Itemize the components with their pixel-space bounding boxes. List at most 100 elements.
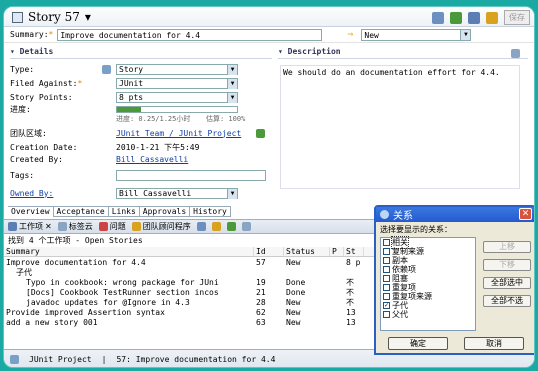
query-icon[interactable] [196,222,206,231]
tab-overview[interactable]: Overview [8,207,54,217]
checkbox[interactable] [383,275,390,282]
checkbox[interactable] [383,239,390,246]
row-summary: Improve documentation for 4.4 [6,257,146,267]
story-points-value: 8 pts [119,92,144,102]
checkbox[interactable] [383,257,390,264]
chevron-down-icon[interactable]: ▼ [227,78,237,89]
row-id: 28 [256,297,266,307]
creation-date-label: Creation Date: [10,142,78,152]
run-icon[interactable] [226,222,236,231]
tab-acceptance[interactable]: Acceptance [53,207,109,217]
pencil-icon[interactable] [211,222,221,231]
description-header[interactable]: ▾ Description [278,47,528,59]
story-icon [12,11,23,23]
col-id[interactable]: Id [254,247,284,256]
status-select[interactable]: New ▼ [361,28,472,41]
created-by-link[interactable]: Bill Cassavelli [116,155,188,164]
table-header: Summary Id Status P St [4,247,404,257]
team-icon[interactable] [256,128,265,138]
filed-against-text: Filed Against: [10,78,78,88]
move-down-button[interactable]: 下移 [483,259,531,271]
required-marker: * [77,78,83,88]
owned-by-select[interactable]: Bill Cassavelli ▼ [116,187,238,199]
save-button[interactable]: 保存 [504,10,530,25]
col-summary[interactable]: Summary [4,247,254,256]
relation-item[interactable]: 父代 [381,310,475,319]
close-icon[interactable]: ✕ [519,208,532,220]
tab-team-advisor-label: 团队顾问程序 [142,222,191,231]
field-created-by: Created By: Bill Cassavelli [10,153,272,165]
row-status: Done [286,287,306,297]
details-header[interactable]: ▾ Details [10,47,272,59]
link-icon[interactable] [432,11,444,24]
move-up-button[interactable]: 上移 [483,241,531,253]
field-story-points: Story Points: 8 pts ▼ [10,91,272,103]
filed-against-value: JUnit [119,78,144,88]
chevron-down-icon[interactable]: ▼ [227,64,237,75]
row-id: 62 [256,307,266,317]
tab-history[interactable]: History [190,207,231,217]
chevron-down-icon[interactable]: ▾ [85,10,91,24]
cancel-button[interactable]: 取消 [464,337,524,350]
checkbox[interactable] [383,293,390,300]
col-priority[interactable]: P [330,247,344,256]
team-advisor-icon [131,222,141,231]
edit-icon[interactable] [486,11,498,24]
copy-icon[interactable] [468,11,480,24]
deselect-all-button[interactable]: 全部不选 [483,295,531,307]
row-status: New [286,257,301,267]
summary-row: Summary: * Improve documentation for 4.4… [4,27,534,43]
table-row[interactable]: javadoc updates for @Ignore in 4.3 28 New 不 [4,297,404,307]
checkbox[interactable] [383,311,390,318]
tags-input[interactable] [116,169,266,181]
description-header-label: Description [287,47,341,56]
tab-tag-cloud[interactable]: 标签云 [57,221,93,232]
team-area-link[interactable]: JUnit Team / JUnit Project [116,129,241,138]
ok-button[interactable]: 确定 [388,337,448,350]
checkbox[interactable] [383,284,390,291]
row-story-points: 不 [346,297,354,307]
story-points-label: Story Points: [10,92,73,102]
back-icon[interactable] [241,222,251,231]
estimate-text: 估算: 100% [206,115,246,123]
tab-links[interactable]: Links [108,207,140,217]
story-points-select[interactable]: 8 pts ▼ [116,91,238,103]
owned-by-link[interactable]: Owned By: [10,189,100,198]
checkbox[interactable]: ✓ [383,302,390,309]
type-select[interactable]: Story ▼ [116,63,238,75]
row-story-points: 13 [346,307,356,317]
description-textarea[interactable]: We should do an documentation effort for… [280,65,520,189]
dialog-prompt: 选择要显示的关系： [380,225,452,234]
table-row[interactable]: add a new story 001 63 New 13 [4,317,404,327]
tab-work-items[interactable]: 工作项 ✕ [8,221,52,232]
select-all-button[interactable]: 全部选中 [483,277,531,289]
row-status: Done [286,277,306,287]
filed-against-label: Filed Against:* [10,79,100,88]
col-story-points[interactable]: St [344,247,364,256]
tab-approvals[interactable]: Approvals [139,207,191,217]
filed-against-select[interactable]: JUnit ▼ [116,77,238,89]
tab-problems[interactable]: 问题 [98,221,126,232]
checkbox[interactable] [383,266,390,273]
table-row[interactable]: Typo in cookbook: wrong package for JUni… [4,277,404,287]
tab-team-advisor[interactable]: 团队顾问程序 [131,221,191,232]
col-status[interactable]: Status [284,247,330,256]
description-edit-icon[interactable] [511,49,520,58]
row-summary: Provide improved Assertion syntax [6,307,165,317]
refresh-icon[interactable] [450,11,462,24]
found-status: 找到 4 个工作项 - Open Stories [8,236,143,245]
chevron-down-icon[interactable]: ▼ [227,92,237,103]
chevron-down-icon[interactable]: ▼ [227,188,237,199]
table-row[interactable]: 子代 [4,267,404,277]
table-row[interactable]: [Docs] Cookbook TestRunner section incos… [4,287,404,297]
table-row[interactable]: Improve documentation for 4.4 57 New 8 p [4,257,404,267]
summary-input[interactable]: Improve documentation for 4.4 [57,28,323,41]
checkbox[interactable] [383,248,390,255]
dialog-buttons: 确定 取消 [380,337,532,351]
row-status: New [286,317,301,327]
chevron-down-icon[interactable]: ▼ [460,29,471,40]
details-header-label: Details [19,47,54,56]
tags-label: Tags: [10,170,35,180]
editor-titlebar: Story 57 ▾ 保存 [4,7,534,27]
table-row[interactable]: Provide improved Assertion syntax 62 New 13 [4,307,404,317]
